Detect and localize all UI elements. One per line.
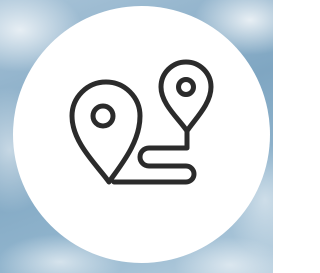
map-pin-small-dot-icon	[176, 77, 196, 97]
map-pin-large-icon	[69, 79, 143, 185]
sky-background	[0, 0, 273, 273]
route-map-pins-icon	[69, 59, 214, 185]
map-pin-large-dot-icon	[90, 103, 116, 129]
